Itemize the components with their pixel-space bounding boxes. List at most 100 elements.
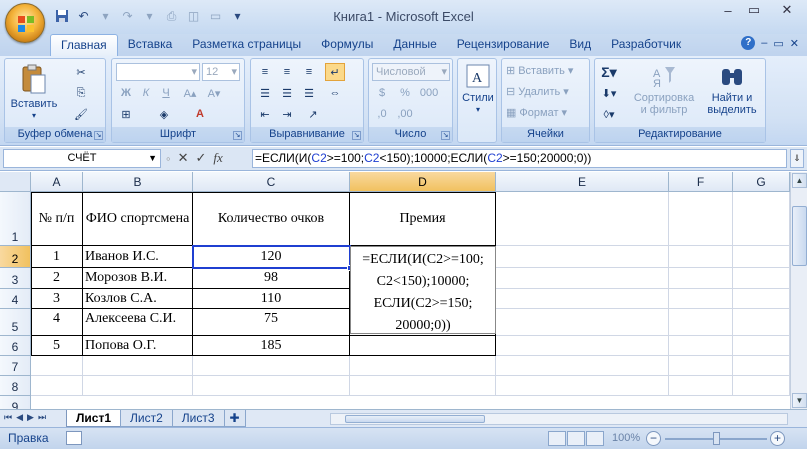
grid-cell[interactable] — [496, 246, 669, 268]
font-launcher-icon[interactable]: ↘ — [233, 131, 242, 140]
align-middle-icon[interactable]: ≡ — [277, 63, 297, 81]
number-launcher-icon[interactable]: ↘ — [441, 131, 450, 140]
grid-cell[interactable] — [669, 376, 733, 396]
table-cell[interactable]: 75 — [193, 309, 350, 336]
comma-style-icon[interactable]: 000 — [419, 84, 439, 102]
enter-entry-icon[interactable]: ✓ — [196, 150, 207, 166]
normal-view-icon[interactable] — [548, 431, 566, 446]
next-sheet-icon[interactable]: ▶ — [27, 412, 34, 423]
ribbon-close-icon[interactable]: ✕ — [790, 37, 799, 50]
fill-color-icon[interactable]: ◈ — [154, 105, 174, 123]
horizontal-scrollbar[interactable] — [330, 413, 788, 425]
fill-icon[interactable]: ⬇▾ — [599, 84, 619, 102]
cut-icon[interactable]: ✂ — [71, 63, 91, 81]
table-cell[interactable]: 185 — [193, 336, 350, 356]
format-painter-icon[interactable]: 🖌 — [71, 105, 91, 123]
decrease-decimal-icon[interactable]: ,00 — [395, 105, 415, 123]
macro-record-icon[interactable] — [66, 431, 82, 445]
help-icon[interactable]: ? — [741, 36, 756, 50]
table-cell[interactable]: 4 — [31, 309, 83, 336]
col-header-a[interactable]: A — [31, 172, 83, 192]
cell-edit-box[interactable]: =ЕСЛИ(И(С2>=100; С2<150);10000; ЕСЛИ(С2>… — [350, 246, 496, 334]
horizontal-scroll-thumb[interactable] — [345, 415, 485, 423]
col-header-f[interactable]: F — [669, 172, 733, 192]
first-sheet-icon[interactable]: ⏮ — [4, 412, 12, 423]
row-header-4[interactable]: 4 — [0, 289, 31, 309]
grid-cell[interactable] — [496, 289, 669, 309]
ribbon-minimize-icon[interactable]: – — [761, 37, 767, 49]
table-cell[interactable]: Морозов В.И. — [83, 268, 193, 289]
grid-cell[interactable] — [31, 376, 83, 396]
grid-cell[interactable] — [733, 376, 790, 396]
header-cell-num[interactable]: № п/п — [31, 192, 83, 246]
page-layout-view-icon[interactable] — [567, 431, 585, 446]
tab-insert[interactable]: Вставка — [118, 34, 183, 56]
currency-icon[interactable]: $ — [372, 84, 392, 102]
bold-button[interactable]: Ж — [116, 84, 136, 102]
clear-icon[interactable]: ◊▾ — [599, 105, 619, 123]
name-box-dropdown-icon[interactable]: ▼ — [148, 150, 157, 167]
scroll-down-icon[interactable]: ▼ — [792, 393, 807, 408]
header-cell-points[interactable]: Количество очков — [193, 192, 350, 246]
table-cell[interactable]: 5 — [31, 336, 83, 356]
align-left-icon[interactable]: ☰ — [255, 84, 275, 102]
percent-icon[interactable]: % — [395, 84, 415, 102]
grid-cell[interactable] — [669, 192, 733, 246]
grid-cell[interactable] — [193, 356, 350, 376]
col-header-e[interactable]: E — [496, 172, 669, 192]
borders-icon[interactable]: ⊞ — [116, 105, 136, 123]
table-cell[interactable]: 3 — [31, 289, 83, 309]
vertical-scroll-thumb[interactable] — [792, 206, 807, 266]
align-bottom-icon[interactable]: ≡ — [299, 63, 319, 81]
table-cell[interactable]: Попова О.Г. — [83, 336, 193, 356]
align-center-icon[interactable]: ☰ — [277, 84, 297, 102]
row-header-6[interactable]: 6 — [0, 336, 31, 356]
table-cell[interactable] — [350, 336, 496, 356]
row-header-9[interactable]: 9 — [0, 396, 31, 409]
office-button[interactable] — [5, 3, 45, 43]
autosum-icon[interactable]: Σ▾ — [599, 63, 619, 81]
align-top-icon[interactable]: ≡ — [255, 63, 275, 81]
table-cell[interactable]: 110 — [193, 289, 350, 309]
name-box[interactable]: СЧЁТ ▼ — [3, 149, 161, 168]
row-header-5[interactable]: 5 — [0, 309, 31, 336]
styles-button[interactable]: A Стили ▾ — [460, 63, 496, 116]
grid-cell[interactable] — [669, 289, 733, 309]
grid-cell[interactable] — [733, 336, 790, 356]
col-header-b[interactable]: B — [83, 172, 193, 192]
close-icon[interactable]: ✕ — [767, 0, 807, 20]
tab-review[interactable]: Рецензирование — [447, 34, 560, 56]
grid-cell[interactable] — [733, 309, 790, 336]
expand-formula-bar-icon[interactable]: ⇓ — [790, 149, 804, 168]
insert-function-icon[interactable]: fx — [213, 150, 222, 166]
grid-cell[interactable] — [496, 376, 669, 396]
grid-cell[interactable] — [669, 336, 733, 356]
prev-sheet-icon[interactable]: ◀ — [16, 412, 23, 423]
grid-cell[interactable] — [496, 309, 669, 336]
tab-formulas[interactable]: Формулы — [311, 34, 383, 56]
underline-button[interactable]: Ч — [156, 84, 176, 102]
grid-cell[interactable] — [31, 356, 83, 376]
grid-cell[interactable] — [733, 246, 790, 268]
maximize-icon[interactable]: ▭ — [741, 0, 767, 20]
italic-button[interactable]: К — [136, 84, 156, 102]
grid-cell[interactable] — [350, 376, 496, 396]
merge-center-icon[interactable]: ⇔ — [325, 84, 345, 102]
grid-cell[interactable] — [496, 192, 669, 246]
table-cell[interactable]: 2 — [31, 268, 83, 289]
grid-cell[interactable] — [733, 192, 790, 246]
table-cell[interactable]: 1 — [31, 246, 83, 268]
grow-font-icon[interactable]: A▴ — [180, 84, 200, 102]
copy-icon[interactable]: ⎘ — [71, 84, 91, 102]
sort-filter-button[interactable]: AЯ Сортировка и фильтр — [629, 63, 699, 116]
font-size-dropdown[interactable]: 12 ▾ — [202, 63, 240, 81]
grid-cell[interactable] — [669, 356, 733, 376]
tab-view[interactable]: Вид — [559, 34, 601, 56]
formula-input[interactable]: =ЕСЛИ(И(C2>=100;C2<150);10000;ЕСЛИ(C2>=1… — [252, 149, 787, 168]
grid-cell[interactable] — [733, 356, 790, 376]
page-break-view-icon[interactable] — [586, 431, 604, 446]
row-header-8[interactable]: 8 — [0, 376, 31, 396]
select-all-corner[interactable] — [0, 172, 31, 192]
header-cell-name[interactable]: ФИО спортсмена — [83, 192, 193, 246]
last-sheet-icon[interactable]: ⏭ — [38, 412, 46, 423]
